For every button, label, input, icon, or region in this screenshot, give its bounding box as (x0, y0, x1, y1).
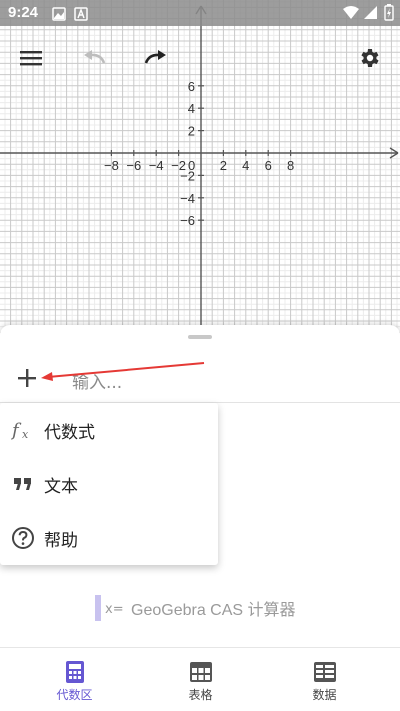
svg-text:x=: x= (105, 602, 123, 617)
data-icon (314, 662, 336, 682)
x-tick-label: 4 (242, 158, 249, 173)
help-circle-icon (10, 525, 36, 551)
gear-icon (361, 49, 379, 67)
tab-algebra[interactable]: 代数区 (8, 648, 141, 711)
quote-icon (10, 471, 36, 497)
cas-calculator-promo[interactable]: x= GeoGebra CAS 计算器 (95, 595, 296, 621)
menu-item-expression[interactable]: fx 代数式 (0, 403, 218, 457)
svg-text:f: f (11, 420, 22, 441)
battery-icon (384, 4, 394, 25)
tab-data[interactable]: 数据 (258, 648, 391, 711)
table-icon (190, 662, 212, 682)
settings-button[interactable] (351, 40, 387, 76)
hamburger-menu-icon (20, 51, 42, 66)
cas-icon: x= (95, 595, 123, 621)
x-tick-label: −8 (104, 158, 119, 173)
redo-button[interactable] (138, 40, 174, 76)
x-tick-label: −6 (126, 158, 141, 173)
x-tick-label: 8 (287, 158, 294, 173)
fx-icon: fx (10, 417, 36, 443)
menu-item-text[interactable]: 文本 (0, 457, 218, 511)
menu-item-help[interactable]: 帮助 (0, 511, 218, 565)
panel-drag-handle[interactable] (188, 335, 212, 339)
wifi-icon (342, 5, 360, 24)
y-tick-label: 4 (188, 101, 195, 116)
x-tick-label: 2 (220, 158, 227, 173)
undo-button[interactable] (76, 40, 112, 76)
coordinate-grid[interactable]: −8 −6 −4 −2 0 2 4 6 8642−2−4−6 (0, 0, 400, 335)
x-tick-label: −4 (149, 158, 164, 173)
undo-icon (84, 50, 106, 64)
image-notification-icon (52, 6, 66, 25)
cell-signal-icon (363, 5, 378, 24)
annotation-arrow (41, 362, 205, 381)
svg-text:x: x (22, 428, 29, 441)
tab-table[interactable]: 表格 (134, 648, 267, 711)
bottom-navigation: 代数区 表格 数据 (0, 647, 400, 711)
redo-icon (144, 50, 166, 64)
y-tick-label: −4 (180, 191, 195, 206)
status-time: 9:24 (8, 4, 39, 21)
graphing-view[interactable]: −8 −6 −4 −2 0 2 4 6 8 6 4 2 −2 −4 −6 (0, 0, 400, 335)
calculator-icon (66, 661, 84, 683)
font-notification-icon (74, 6, 88, 25)
cas-promo-text: GeoGebra CAS 计算器 (131, 602, 296, 619)
y-tick-label: 2 (188, 124, 195, 139)
add-menu: fx 代数式 文本 帮助 (0, 403, 218, 565)
status-bar: 9:24 (0, 0, 400, 26)
x-tick-label: 6 (265, 158, 272, 173)
y-tick-label: −2 (180, 168, 195, 183)
y-tick-label: −6 (180, 213, 195, 228)
y-tick-label: 6 (188, 79, 195, 94)
algebra-input-row[interactable]: 输入... (0, 355, 400, 403)
menu-button[interactable] (13, 40, 49, 76)
